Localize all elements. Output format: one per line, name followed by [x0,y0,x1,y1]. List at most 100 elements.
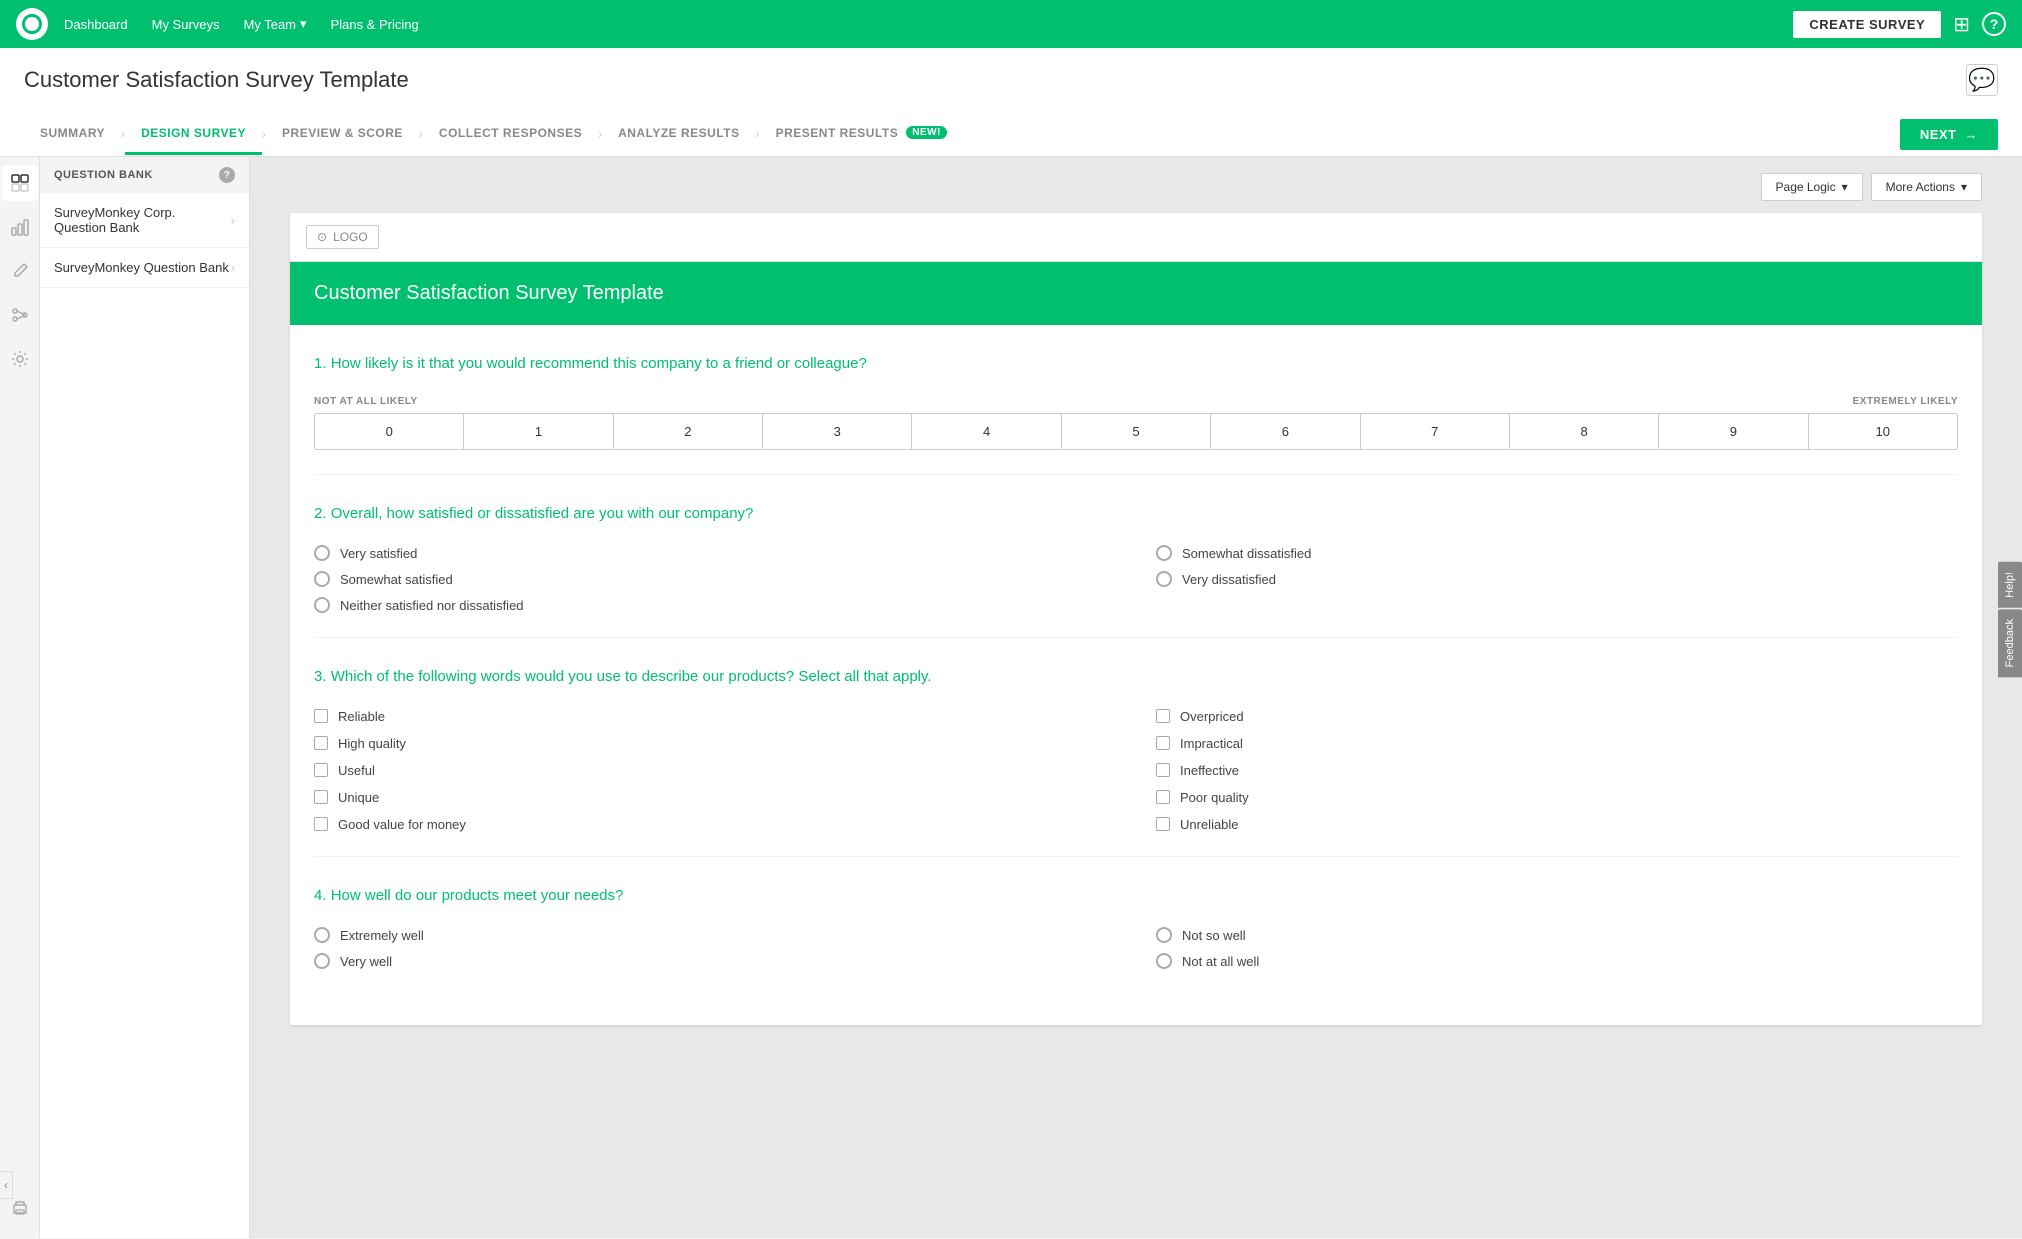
tab-summary[interactable]: SUMMARY [24,114,121,155]
page-logic-button[interactable]: Page Logic ▾ [1761,173,1863,201]
survey-logo-bar: ⊙ LOGO [290,213,1982,262]
feedback-tab[interactable]: Feedback [1998,609,2022,677]
nps-cell-6[interactable]: 6 [1211,414,1360,449]
logo[interactable] [16,8,48,40]
logo-icon [22,14,42,34]
checkbox-good-value[interactable]: Good value for money [314,817,1116,832]
radio-option-very-well[interactable]: Very well [314,953,1116,969]
question-bank-item-corp[interactable]: SurveyMonkey Corp. Question Bank › [40,193,249,248]
tab-design-survey[interactable]: DESIGN SURVEY [125,114,262,155]
checkbox [314,736,328,750]
nps-cell-0[interactable]: 0 [315,414,464,449]
checkbox [1156,790,1170,804]
question-3-options: Reliable Overpriced High quality Im [314,709,1958,832]
dropdown-arrow-icon: ▾ [1961,180,1967,194]
question-bank-panel: QUESTION BANK ? SurveyMonkey Corp. Quest… [40,157,250,1238]
radio-circle [1156,953,1172,969]
nps-scale: 0 1 2 3 4 5 6 7 8 9 10 [314,413,1958,450]
radio-circle [314,597,330,613]
checkbox-useful[interactable]: Useful [314,763,1116,778]
new-badge: NEW! [904,124,949,141]
radio-option-very-dissatisfied[interactable]: Very dissatisfied [1156,571,1958,587]
radio-option-extremely-well[interactable]: Extremely well [314,927,1116,943]
comment-button[interactable]: 💬 [1966,64,1998,96]
tab-preview-score[interactable]: PREVIEW & SCORE [266,114,419,155]
nps-cell-2[interactable]: 2 [614,414,763,449]
question-bank-header: QUESTION BANK ? [40,157,249,193]
nav-dashboard[interactable]: Dashboard [64,17,128,32]
nps-labels: NOT AT ALL LIKELY EXTREMELY LIKELY [314,396,1958,407]
radio-circle [1156,571,1172,587]
nps-cell-8[interactable]: 8 [1510,414,1659,449]
help-icon[interactable]: ? [1982,12,2006,36]
question-bank-item-sm[interactable]: SurveyMonkey Question Bank › [40,248,249,288]
question-1: 1. How likely is it that you would recom… [314,325,1958,475]
radio-circle [314,953,330,969]
checkbox-impractical[interactable]: Impractical [1156,736,1958,751]
radio-circle [314,545,330,561]
nav-plans-pricing[interactable]: Plans & Pricing [331,17,419,32]
checkbox [314,763,328,777]
nps-cell-9[interactable]: 9 [1659,414,1808,449]
checkbox-ineffective[interactable]: Ineffective [1156,763,1958,778]
sidebar-icon-analytics[interactable] [2,209,38,245]
survey-tabs: SUMMARY › DESIGN SURVEY › PREVIEW & SCOR… [24,112,965,156]
grid-icon[interactable]: ⊞ [1953,12,1970,37]
nps-cell-4[interactable]: 4 [912,414,1061,449]
tab-analyze-results[interactable]: ANALYZE RESULTS [602,114,756,155]
page-title-row: Customer Satisfaction Survey Template 💬 [24,64,1998,96]
checkbox-high-quality[interactable]: High quality [314,736,1116,751]
checkbox-overpriced[interactable]: Overpriced [1156,709,1958,724]
top-navigation: Dashboard My Surveys My Team ▾ Plans & P… [0,0,2022,48]
chevron-right-icon: › [231,260,235,275]
sidebar-icon-settings[interactable] [2,341,38,377]
more-actions-button[interactable]: More Actions ▾ [1871,173,1982,201]
page-title: Customer Satisfaction Survey Template [24,67,409,93]
question-2-text: 2. Overall, how satisfied or dissatisfie… [314,503,1958,526]
radio-option-very-satisfied[interactable]: Very satisfied [314,545,1116,561]
sidebar-icon-question-bank[interactable] [2,165,38,201]
radio-circle [314,927,330,943]
survey-content: Page Logic ▾ More Actions ▾ ⊙ LOGO Custo… [250,157,2022,1238]
tab-present-results[interactable]: PRESENT RESULTS NEW! [760,112,965,156]
radio-option-not-at-all-well[interactable]: Not at all well [1156,953,1958,969]
checkbox-reliable[interactable]: Reliable [314,709,1116,724]
next-button[interactable]: NEXT → [1900,119,1998,150]
survey-card: ⊙ LOGO Customer Satisfaction Survey Temp… [290,213,1982,1025]
nav-links: Dashboard My Surveys My Team ▾ Plans & P… [64,16,1793,32]
checkbox [1156,817,1170,831]
question-1-text: 1. How likely is it that you would recom… [314,353,1958,376]
checkbox [1156,709,1170,723]
help-tab[interactable]: Help! [1998,562,2022,608]
help-sidebar: Help! Feedback [1998,562,2022,678]
nps-cell-5[interactable]: 5 [1062,414,1211,449]
question-2-options: Very satisfied Somewhat dissatisfied Som… [314,545,1958,587]
collapse-arrow-button[interactable]: ‹ [0,1171,13,1199]
nps-cell-10[interactable]: 10 [1809,414,1957,449]
checkbox-unreliable[interactable]: Unreliable [1156,817,1958,832]
nav-my-team[interactable]: My Team ▾ [244,16,307,32]
checkbox-unique[interactable]: Unique [314,790,1116,805]
nps-cell-7[interactable]: 7 [1361,414,1510,449]
logo-placeholder[interactable]: ⊙ LOGO [306,225,379,249]
sidebar-icon-logic[interactable] [2,297,38,333]
image-icon: ⊙ [317,230,327,244]
nav-my-surveys[interactable]: My Surveys [152,17,220,32]
checkbox-poor-quality[interactable]: Poor quality [1156,790,1958,805]
question-4-text: 4. How well do our products meet your ne… [314,885,1958,908]
nps-cell-1[interactable]: 1 [464,414,613,449]
next-arrow-icon: → [1965,127,1979,142]
question-bank-help-icon[interactable]: ? [219,167,235,183]
icon-sidebar [0,157,40,1238]
radio-option-neither[interactable]: Neither satisfied nor dissatisfied [314,597,1958,613]
create-survey-button[interactable]: CREATE SURVEY [1793,11,1941,38]
radio-circle [314,571,330,587]
nps-cell-3[interactable]: 3 [763,414,912,449]
checkbox [1156,763,1170,777]
question-4-options: Extremely well Not so well Very well [314,927,1958,969]
radio-option-somewhat-dissatisfied[interactable]: Somewhat dissatisfied [1156,545,1958,561]
radio-option-not-so-well[interactable]: Not so well [1156,927,1958,943]
radio-option-somewhat-satisfied[interactable]: Somewhat satisfied [314,571,1116,587]
sidebar-icon-edit[interactable] [2,253,38,289]
tab-collect-responses[interactable]: COLLECT RESPONSES [423,114,598,155]
